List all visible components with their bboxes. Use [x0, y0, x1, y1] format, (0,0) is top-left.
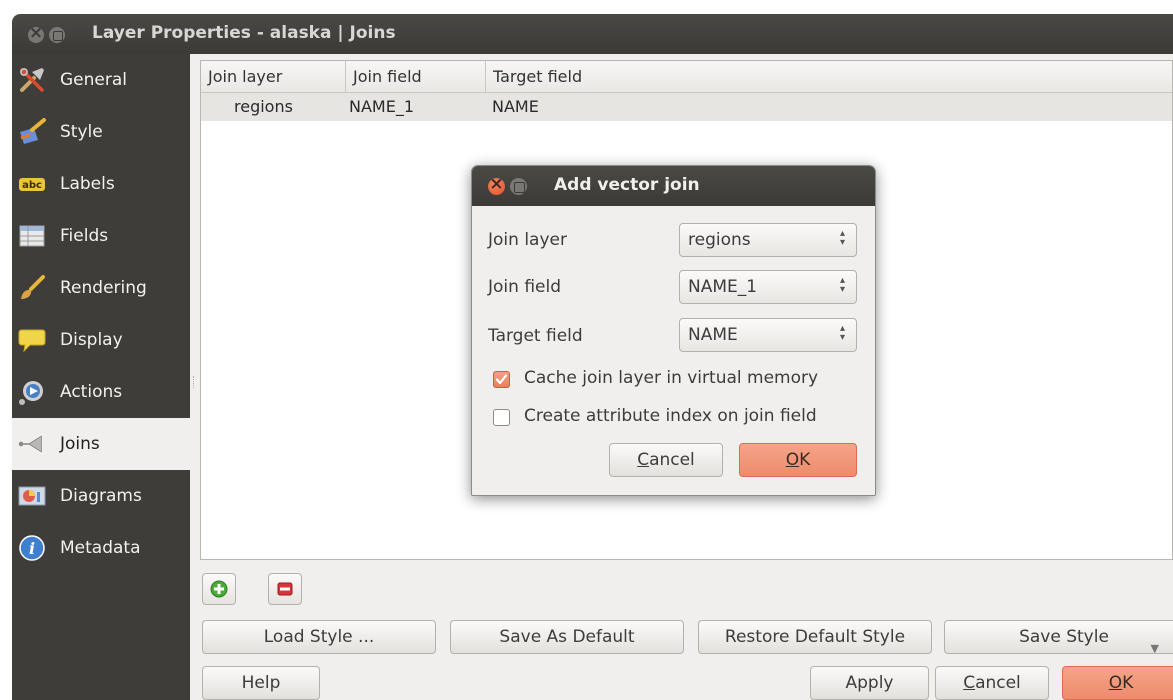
sidebar-item-rendering[interactable]: Rendering	[12, 262, 190, 314]
save-style-label: Save Style	[1019, 627, 1109, 647]
window-titlebar: Layer Properties - alaska | Joins	[12, 14, 1173, 54]
sidebar-item-general[interactable]: General	[12, 54, 190, 106]
dialog-ok-mnemonic: O	[785, 450, 800, 470]
save-as-default-button[interactable]: Save As Default	[450, 620, 684, 654]
table-header: Join layer Join field Target field	[201, 61, 1172, 93]
diagram-icon	[18, 482, 46, 510]
target-field-label: Target field	[488, 326, 583, 346]
sidebar-item-label: Diagrams	[60, 486, 142, 506]
tools-icon	[18, 66, 46, 94]
create-attribute-index-checkbox[interactable]	[493, 409, 510, 426]
sidebar-item-fields[interactable]: Fields	[12, 210, 190, 262]
ok-button[interactable]: OK	[1062, 666, 1173, 700]
dialog-title: Add vector join	[554, 175, 700, 195]
sidebar-item-label: Joins	[60, 434, 100, 454]
sidebar-item-label: Style	[60, 122, 103, 142]
target-field-value: NAME	[688, 325, 738, 345]
sidebar-item-actions[interactable]: Actions	[12, 366, 190, 418]
create-attribute-index-label[interactable]: Create attribute index on join field	[524, 406, 817, 426]
sidebar-item-labels[interactable]: abc Labels	[12, 158, 190, 210]
sidebar-item-diagrams[interactable]: Diagrams	[12, 470, 190, 522]
sidebar-item-label: Labels	[60, 174, 115, 194]
info-icon: i	[18, 534, 46, 562]
column-header-join-layer[interactable]: Join layer	[201, 61, 346, 92]
ok-label: K	[1122, 673, 1134, 693]
gear-icon	[18, 378, 46, 406]
dialog-titlebar: Add vector join	[472, 166, 875, 206]
sidebar-item-display[interactable]: Display	[12, 314, 190, 366]
brush-icon	[18, 274, 46, 302]
updown-arrows-icon	[840, 323, 848, 345]
cell-join-layer: regions	[234, 97, 293, 116]
save-style-button[interactable]: Save Style ▼	[944, 620, 1173, 655]
remove-join-button[interactable]	[268, 573, 302, 605]
dialog-ok-button[interactable]: OK	[739, 443, 857, 477]
sidebar-item-joins[interactable]: Joins	[12, 418, 190, 470]
apply-button[interactable]: Apply	[810, 666, 929, 700]
dialog-restore-icon[interactable]	[510, 178, 527, 195]
speech-bubble-icon	[18, 326, 46, 354]
add-join-button[interactable]	[202, 573, 236, 605]
dialog-cancel-button[interactable]: Cancel	[609, 443, 723, 477]
load-style-button[interactable]: Load Style ...	[202, 620, 436, 654]
updown-arrows-icon	[840, 228, 848, 250]
join-field-value: NAME_1	[688, 277, 758, 297]
cancel-mnemonic: C	[963, 673, 976, 693]
window-restore-icon[interactable]	[49, 27, 65, 43]
sidebar-item-metadata[interactable]: i Metadata	[12, 522, 190, 574]
sidebar-item-label: Actions	[60, 382, 123, 402]
splitter-grip-icon[interactable]	[193, 376, 196, 388]
sidebar-item-label: General	[60, 70, 127, 90]
sidebar: General Style abc Labels Fields Renderin…	[12, 54, 190, 700]
cache-join-layer-checkbox[interactable]	[493, 371, 510, 388]
dialog-close-icon[interactable]	[488, 174, 505, 195]
cancel-button[interactable]: Cancel	[935, 666, 1049, 700]
table-row[interactable]: regions NAME_1 NAME	[201, 93, 1172, 121]
target-field-select[interactable]: NAME	[679, 318, 857, 352]
paintbrush-icon	[18, 118, 46, 146]
cancel-label: ancel	[975, 673, 1021, 693]
abc-label-icon: abc	[18, 170, 46, 198]
sidebar-item-label: Rendering	[60, 278, 147, 298]
sidebar-item-label: Fields	[60, 226, 109, 246]
cell-join-field: NAME_1	[349, 97, 415, 116]
table-icon	[18, 222, 46, 250]
ok-mnemonic: O	[1108, 673, 1123, 693]
cell-target-field: NAME	[492, 97, 539, 116]
restore-default-style-button[interactable]: Restore Default Style	[698, 620, 932, 654]
sidebar-item-label: Display	[60, 330, 123, 350]
help-button[interactable]: Help	[202, 666, 320, 700]
dialog-cancel-mnemonic: C	[637, 450, 650, 470]
minus-icon	[277, 582, 293, 596]
join-layer-label: Join layer	[488, 230, 567, 250]
window-title: Layer Properties - alaska | Joins	[92, 23, 396, 43]
sidebar-item-style[interactable]: Style	[12, 106, 190, 158]
dialog-ok-label: K	[799, 450, 811, 470]
updown-arrows-icon	[840, 275, 848, 297]
window-close-icon[interactable]	[28, 23, 44, 43]
column-header-target-field[interactable]: Target field	[486, 61, 1173, 92]
join-field-select[interactable]: NAME_1	[679, 270, 857, 304]
join-layer-select[interactable]: regions	[679, 223, 857, 257]
dialog-cancel-label: ancel	[649, 450, 695, 470]
join-icon	[18, 430, 46, 458]
plus-icon	[210, 580, 228, 598]
dropdown-arrow-icon: ▼	[1150, 642, 1159, 655]
add-vector-join-dialog: Add vector join Join layer regions Join …	[471, 165, 876, 496]
svg-text:abc: abc	[22, 180, 42, 191]
cache-join-layer-label[interactable]: Cache join layer in virtual memory	[524, 368, 818, 388]
sidebar-item-label: Metadata	[60, 538, 141, 558]
join-field-label: Join field	[488, 277, 561, 297]
column-header-join-field[interactable]: Join field	[346, 61, 486, 92]
svg-text:i: i	[29, 539, 35, 558]
checkmark-icon	[495, 374, 508, 385]
join-layer-value: regions	[688, 230, 751, 250]
